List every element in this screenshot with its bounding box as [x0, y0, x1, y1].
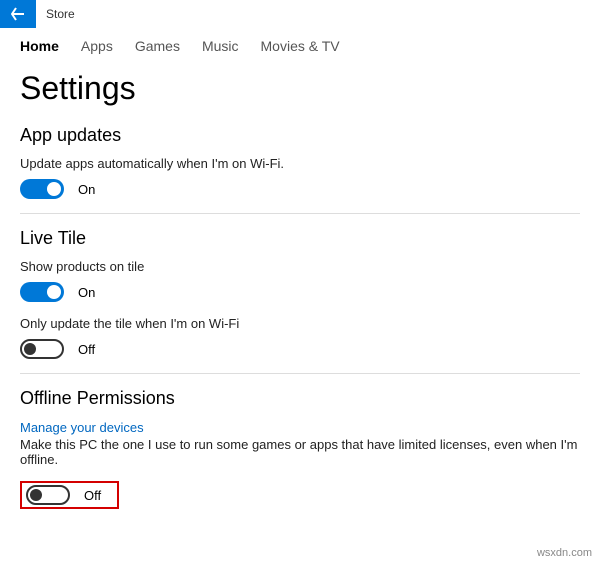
nav-tabs: Home Apps Games Music Movies & TV	[0, 28, 600, 64]
section-app-updates-title: App updates	[20, 125, 580, 146]
tile-wifi-state: Off	[78, 342, 95, 357]
show-products-state: On	[78, 285, 95, 300]
auto-update-desc: Update apps automatically when I'm on Wi…	[20, 156, 580, 171]
tile-wifi-toggle[interactable]	[20, 339, 64, 359]
tab-games[interactable]: Games	[135, 38, 180, 56]
watermark: wsxdn.com	[537, 547, 592, 559]
offline-state: Off	[84, 488, 101, 503]
manage-devices-link[interactable]: Manage your devices	[20, 420, 144, 435]
back-button[interactable]	[0, 0, 36, 28]
offline-toggle[interactable]	[26, 485, 70, 505]
auto-update-row: On	[20, 179, 580, 199]
title-bar: Store	[0, 0, 600, 28]
tab-music[interactable]: Music	[202, 38, 239, 56]
offline-toggle-highlight: Off	[20, 481, 119, 509]
tab-movies-tv[interactable]: Movies & TV	[261, 38, 340, 56]
divider	[20, 213, 580, 214]
back-arrow-icon	[11, 7, 25, 21]
auto-update-toggle[interactable]	[20, 179, 64, 199]
app-title: Store	[36, 7, 75, 21]
auto-update-state: On	[78, 182, 95, 197]
offline-desc: Make this PC the one I use to run some g…	[20, 437, 580, 467]
page-title: Settings	[20, 70, 580, 107]
section-live-tile-title: Live Tile	[20, 228, 580, 249]
tab-apps[interactable]: Apps	[81, 38, 113, 56]
tile-wifi-row: Off	[20, 339, 580, 359]
tab-home[interactable]: Home	[20, 38, 59, 56]
show-products-desc: Show products on tile	[20, 259, 580, 274]
show-products-row: On	[20, 282, 580, 302]
show-products-toggle[interactable]	[20, 282, 64, 302]
divider	[20, 373, 580, 374]
settings-content: Settings App updates Update apps automat…	[0, 70, 600, 510]
section-offline-title: Offline Permissions	[20, 388, 580, 409]
tile-wifi-desc: Only update the tile when I'm on Wi-Fi	[20, 316, 580, 331]
